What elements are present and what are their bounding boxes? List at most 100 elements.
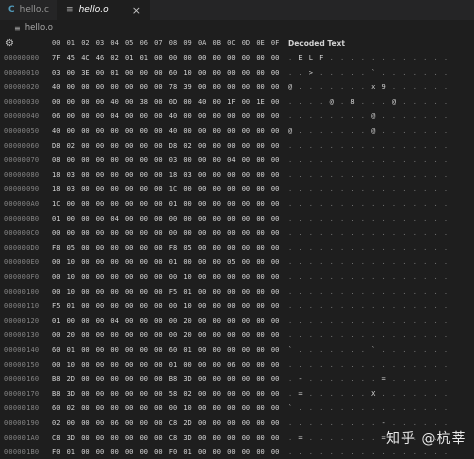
decoded-char[interactable]: . [413, 390, 423, 398]
decoded-char[interactable]: . [423, 448, 433, 456]
hex-byte[interactable]: 00 [271, 171, 286, 179]
hex-byte[interactable]: 00 [242, 331, 257, 339]
decoded-char[interactable]: . [309, 317, 319, 325]
hex-byte[interactable]: 00 [256, 83, 271, 91]
decoded-char[interactable]: E [298, 54, 308, 62]
hex-byte[interactable]: 00 [110, 156, 125, 164]
hex-byte[interactable]: 00 [227, 69, 242, 77]
decoded-char[interactable]: . [340, 361, 350, 369]
decoded-char[interactable]: . [413, 302, 423, 310]
decoded-char[interactable]: @ [288, 127, 298, 135]
hex-byte[interactable]: 00 [96, 200, 111, 208]
decoded-char[interactable]: . [371, 288, 381, 296]
decoded-char[interactable]: . [413, 244, 423, 252]
hex-byte[interactable]: 00 [140, 419, 155, 427]
decoded-char[interactable]: . [288, 258, 298, 266]
hex-byte[interactable]: 00 [256, 404, 271, 412]
decoded-char[interactable]: . [288, 244, 298, 252]
hex-byte[interactable]: 00 [256, 112, 271, 120]
decoded-char[interactable]: . [382, 185, 392, 193]
hex-byte[interactable]: 00 [242, 361, 257, 369]
hex-byte[interactable]: 4C [81, 54, 96, 62]
hex-byte[interactable]: 00 [213, 142, 228, 150]
decoded-char[interactable]: . [382, 229, 392, 237]
decoded-char[interactable]: . [392, 404, 402, 412]
hex-byte[interactable]: 00 [154, 317, 169, 325]
decoded-char[interactable]: . [423, 229, 433, 237]
decoded-char[interactable]: . [319, 69, 329, 77]
decoded-char[interactable]: . [309, 302, 319, 310]
hex-byte[interactable]: 10 [183, 302, 198, 310]
hex-byte[interactable]: 00 [154, 419, 169, 427]
hex-byte[interactable]: 00 [242, 273, 257, 281]
hex-byte[interactable]: 3D [67, 434, 82, 442]
decoded-char[interactable]: . [298, 83, 308, 91]
decoded-char[interactable]: . [361, 229, 371, 237]
decoded-char[interactable]: . [288, 361, 298, 369]
hex-byte[interactable]: 00 [256, 361, 271, 369]
decoded-char[interactable]: . [433, 317, 443, 325]
hex-byte[interactable]: 03 [67, 171, 82, 179]
hex-byte[interactable]: 00 [271, 375, 286, 383]
hex-byte[interactable]: 00 [125, 448, 140, 456]
decoded-char[interactable]: . [423, 258, 433, 266]
hex-byte[interactable]: 01 [183, 346, 198, 354]
hex-byte[interactable]: 00 [198, 331, 213, 339]
hex-byte[interactable]: 00 [213, 361, 228, 369]
decoded-char[interactable]: . [392, 258, 402, 266]
hex-byte[interactable]: 10 [183, 404, 198, 412]
hex-byte[interactable]: 01 [52, 317, 67, 325]
hex-byte[interactable]: 00 [96, 215, 111, 223]
decoded-char[interactable]: . [382, 390, 392, 398]
hex-byte[interactable]: 00 [227, 142, 242, 150]
decoded-char[interactable]: . [382, 258, 392, 266]
decoded-char[interactable]: . [330, 317, 340, 325]
hex-byte[interactable]: 00 [271, 112, 286, 120]
hex-byte[interactable]: 00 [256, 273, 271, 281]
hex-byte[interactable]: 3E [81, 69, 96, 77]
decoded-char[interactable]: . [309, 361, 319, 369]
hex-byte[interactable]: 00 [52, 98, 67, 106]
decoded-char[interactable]: . [309, 288, 319, 296]
hex-byte[interactable]: C8 [52, 434, 67, 442]
decoded-char[interactable]: . [298, 142, 308, 150]
hex-byte[interactable]: 00 [110, 288, 125, 296]
decoded-char[interactable]: . [402, 200, 412, 208]
decoded-char[interactable]: . [444, 361, 454, 369]
hex-byte[interactable]: 00 [154, 390, 169, 398]
decoded-char[interactable]: . [340, 390, 350, 398]
decoded-char[interactable]: . [402, 317, 412, 325]
hex-byte[interactable]: 00 [154, 127, 169, 135]
decoded-char[interactable]: . [371, 404, 381, 412]
decoded-char[interactable]: . [350, 244, 360, 252]
decoded-char[interactable]: . [288, 419, 298, 427]
hex-byte[interactable]: 00 [198, 302, 213, 310]
decoded-char[interactable]: . [340, 98, 350, 106]
hex-byte[interactable]: 00 [227, 331, 242, 339]
hex-byte[interactable]: 01 [67, 346, 82, 354]
decoded-char[interactable]: . [413, 331, 423, 339]
hex-byte[interactable]: 00 [52, 361, 67, 369]
decoded-char[interactable]: . [298, 404, 308, 412]
decoded-char[interactable]: . [382, 171, 392, 179]
hex-byte[interactable]: 00 [96, 375, 111, 383]
decoded-char[interactable]: . [340, 375, 350, 383]
hex-byte[interactable]: 00 [110, 142, 125, 150]
decoded-char[interactable]: . [402, 390, 412, 398]
hex-byte[interactable]: 00 [271, 317, 286, 325]
hex-byte[interactable]: 00 [67, 156, 82, 164]
hex-byte[interactable]: 00 [198, 361, 213, 369]
decoded-char[interactable]: . [319, 302, 329, 310]
decoded-char[interactable]: . [340, 229, 350, 237]
decoded-char[interactable]: . [340, 83, 350, 91]
hex-byte[interactable]: 00 [140, 127, 155, 135]
decoded-char[interactable]: . [361, 142, 371, 150]
decoded-char[interactable]: . [382, 317, 392, 325]
hex-byte[interactable]: 00 [198, 244, 213, 252]
decoded-char[interactable]: . [288, 390, 298, 398]
hex-byte[interactable]: 00 [81, 200, 96, 208]
hex-byte[interactable]: 00 [67, 112, 82, 120]
decoded-char[interactable]: . [309, 258, 319, 266]
decoded-char[interactable]: . [423, 98, 433, 106]
hex-byte[interactable]: 00 [96, 69, 111, 77]
